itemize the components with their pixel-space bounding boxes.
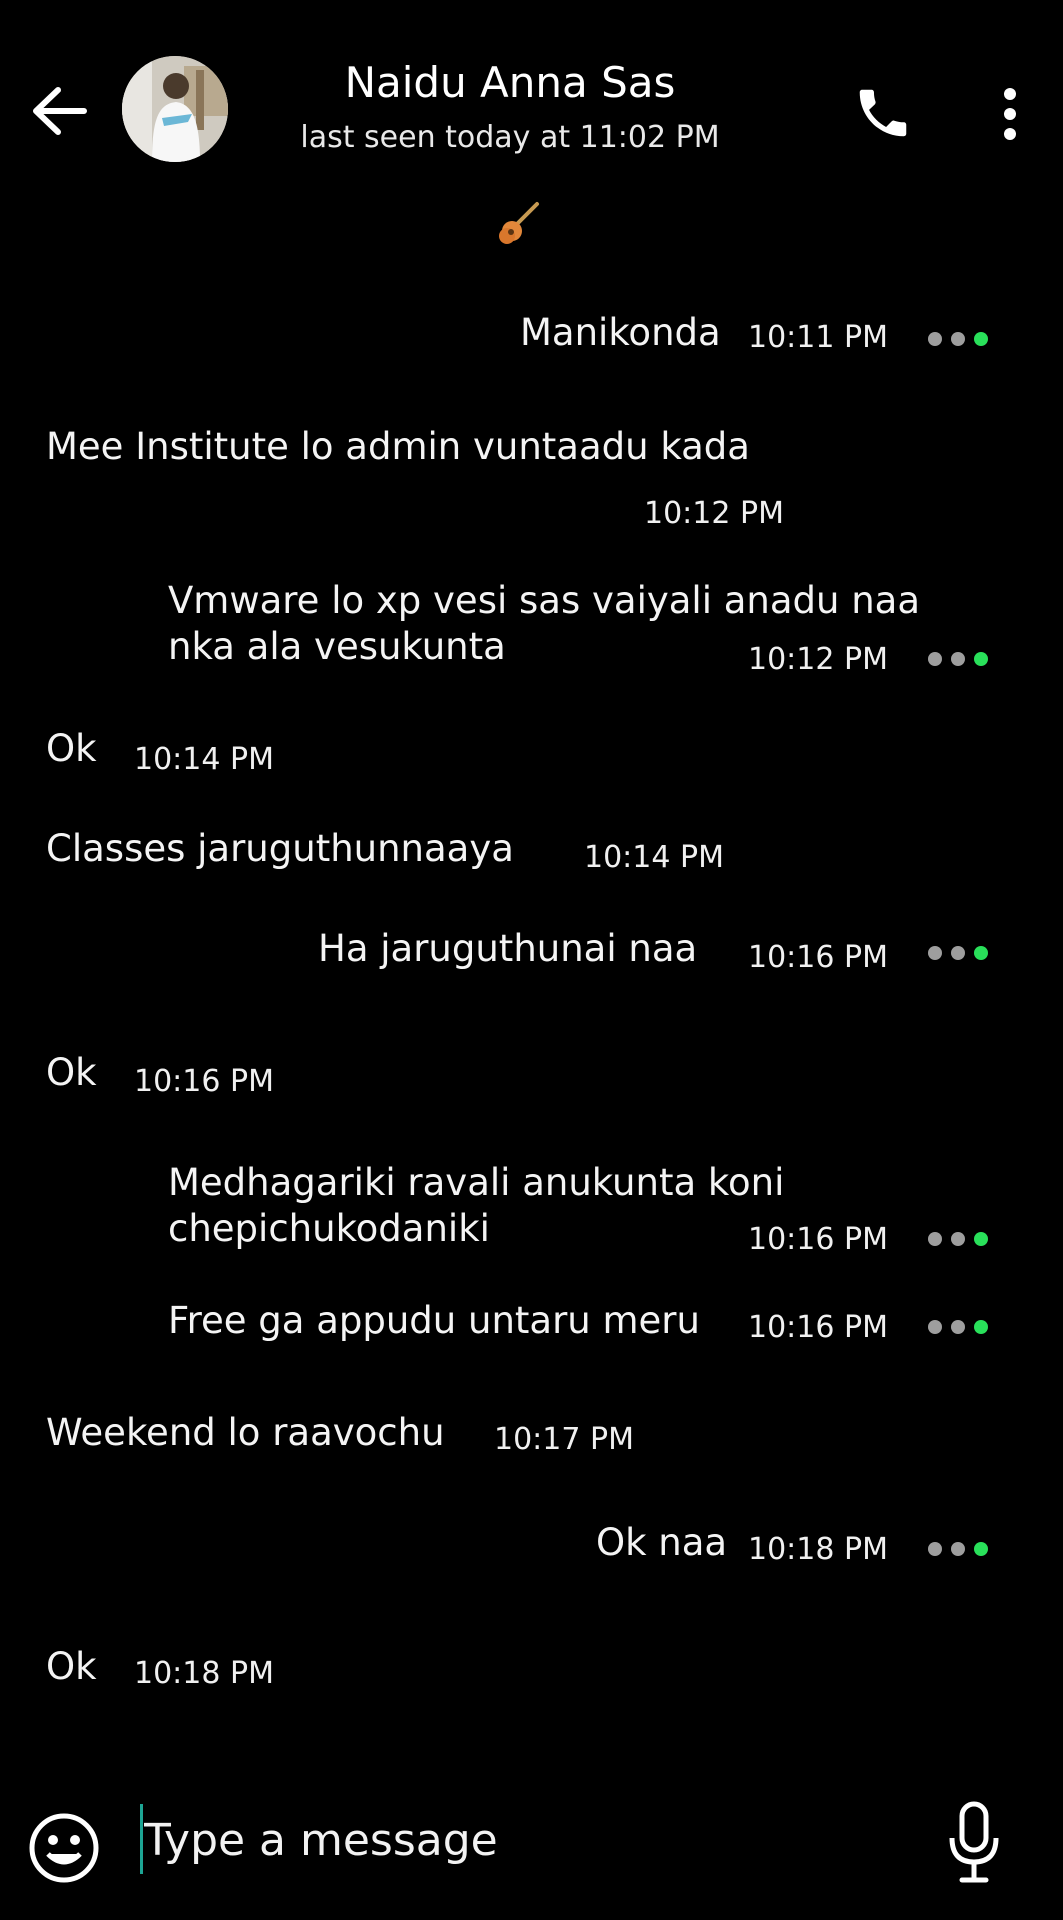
message-text: Free ga appudu untaru meru <box>168 1299 700 1342</box>
emoji-button[interactable] <box>26 1810 102 1886</box>
last-seen-status: last seen today at 11:02 PM <box>300 120 720 155</box>
chat-header: Naidu Anna Sas last seen today at 11:02 … <box>0 0 1063 170</box>
message-time: 10:16 PM <box>748 1310 888 1345</box>
message-text: Ha jaruguthunai naa <box>318 927 698 970</box>
message-text: Ok <box>46 1051 97 1094</box>
delivered-ticks-icon <box>928 1542 988 1556</box>
message-time: 10:18 PM <box>134 1656 274 1691</box>
guitar-icon <box>495 198 545 248</box>
message-text: Ok naa <box>596 1521 728 1564</box>
message-text: nka ala vesukunta <box>168 625 506 668</box>
delivered-ticks-icon <box>928 1320 988 1334</box>
message-time: 10:12 PM <box>748 642 888 677</box>
message-text: Mee Institute lo admin vuntaadu kada <box>46 425 750 468</box>
phone-icon <box>859 89 907 137</box>
message-input[interactable] <box>140 1798 904 1882</box>
delivered-ticks-icon <box>928 1232 988 1246</box>
message-time: 10:12 PM <box>644 496 784 531</box>
more-vertical-icon <box>1004 88 1016 140</box>
arrow-left-icon <box>33 87 87 135</box>
message-composer <box>0 1790 1063 1890</box>
message-text: Ok <box>46 1645 97 1688</box>
message-time: 10:16 PM <box>748 1222 888 1257</box>
message-text: Ok <box>46 727 97 770</box>
contact-name[interactable]: Naidu Anna Sas <box>230 58 790 107</box>
microphone-icon <box>949 1801 999 1883</box>
message-time: 10:16 PM <box>134 1064 274 1099</box>
message-text: Weekend lo raavochu <box>46 1411 445 1454</box>
message-time: 10:14 PM <box>134 742 274 777</box>
message-time: 10:14 PM <box>584 840 724 875</box>
back-button[interactable] <box>28 84 92 138</box>
message-time: 10:18 PM <box>748 1532 888 1567</box>
message-text: Manikonda <box>520 311 721 354</box>
delivered-ticks-icon <box>928 652 988 666</box>
smiley-icon <box>29 1813 99 1883</box>
delivered-ticks-icon <box>928 332 988 346</box>
avatar-photo <box>122 56 228 162</box>
message-time: 10:11 PM <box>748 320 888 355</box>
voice-record-button[interactable] <box>944 1800 1004 1886</box>
message-text: Medhagariki ravali anukunta koni <box>168 1161 785 1204</box>
voice-call-button[interactable] <box>852 82 914 144</box>
message-time: 10:16 PM <box>748 940 888 975</box>
message-text: Classes jaruguthunnaaya <box>46 827 514 870</box>
more-options-button[interactable] <box>990 84 1030 144</box>
message-text: Vmware lo xp vesi sas vaiyali anadu naa <box>168 579 921 622</box>
message-text: chepichukodaniki <box>168 1207 490 1250</box>
contact-avatar[interactable] <box>122 56 228 162</box>
delivered-ticks-icon <box>928 946 988 960</box>
message-time: 10:17 PM <box>494 1422 634 1457</box>
